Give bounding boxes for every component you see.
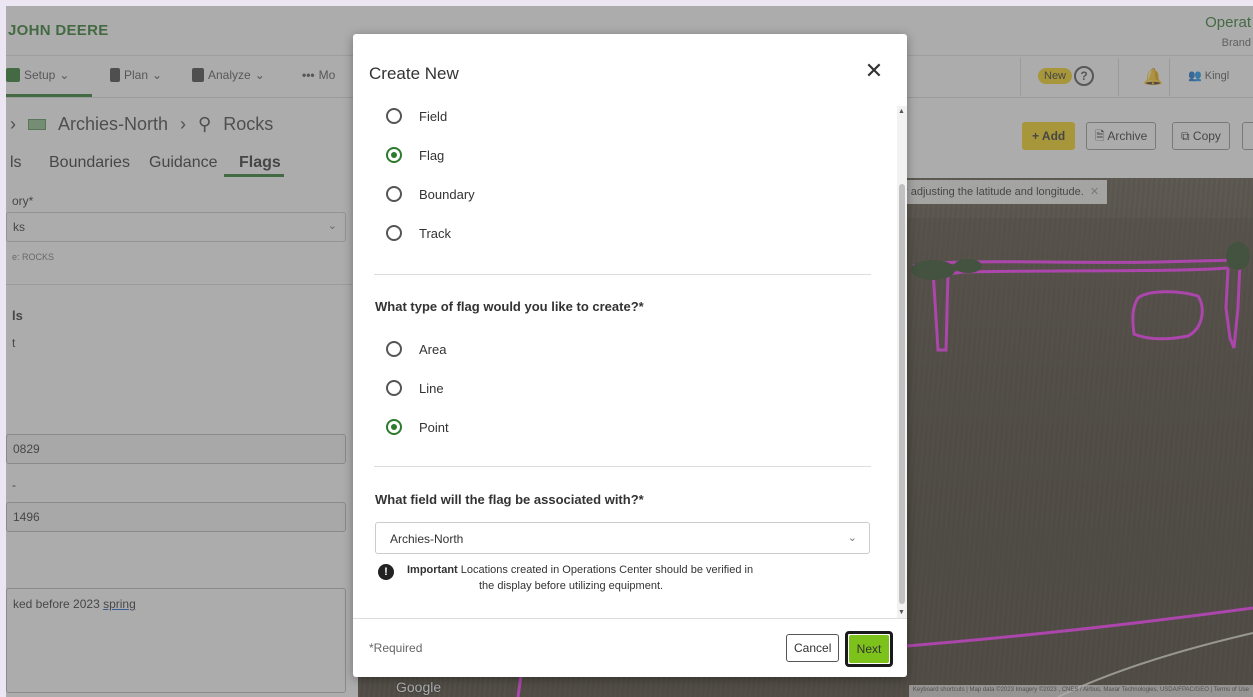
flag-type-question: What type of flag would you like to crea… (375, 299, 644, 314)
scroll-up-arrow-icon[interactable]: ▲ (898, 108, 905, 115)
cancel-button[interactable]: Cancel (786, 634, 840, 662)
scrollbar-thumb[interactable] (899, 184, 905, 604)
dialog-body: Field Flag Boundary Track What type of f… (353, 106, 907, 618)
app-frame: JOHN DEERE Operat Brand Setup ⌄ Plan ⌄ A… (6, 6, 1253, 697)
close-icon[interactable]: ✕ (861, 58, 887, 84)
radio-type-flag[interactable]: Flag (386, 147, 444, 163)
chevron-down-icon: ⌄ (847, 532, 857, 544)
radio-label: Flag (419, 147, 445, 163)
radio-button-selected[interactable] (386, 419, 402, 435)
radio-label: Area (419, 341, 447, 357)
create-new-dialog: Create New ✕ Field Flag Boundary Track W… (353, 34, 907, 677)
radio-label: Track (419, 225, 452, 241)
field-select[interactable]: Archies-North ⌄ (375, 522, 870, 554)
scroll-down-arrow-icon[interactable]: ▼ (898, 609, 905, 616)
radio-type-track[interactable]: Track (386, 225, 451, 241)
radio-button-selected[interactable] (386, 147, 402, 163)
dialog-footer: *Required Cancel Next (353, 618, 907, 677)
dialog-title: Create New (369, 64, 459, 83)
radio-label: Field (419, 108, 448, 124)
important-text-line2: the display before utilizing equipment. (479, 580, 664, 592)
exclamation-icon: ! (378, 564, 394, 580)
radio-button[interactable] (386, 108, 402, 124)
radio-type-boundary[interactable]: Boundary (386, 186, 475, 202)
radio-flag-point[interactable]: Point (386, 419, 449, 435)
important-label: Important (407, 564, 458, 576)
radio-button[interactable] (386, 186, 402, 202)
dialog-scrollbar[interactable]: ▲ ▼ (897, 106, 907, 618)
divider (374, 466, 871, 467)
next-button[interactable]: Next (849, 635, 889, 663)
divider (374, 274, 871, 275)
radio-button[interactable] (386, 225, 402, 241)
field-question: What field will the flag be associated w… (375, 492, 644, 507)
radio-label: Boundary (419, 186, 475, 202)
radio-flag-area[interactable]: Area (386, 341, 446, 357)
radio-type-field[interactable]: Field (386, 108, 447, 124)
radio-label: Point (419, 419, 449, 435)
important-text-line1: Locations created in Operations Center s… (457, 564, 754, 576)
radio-label: Line (419, 380, 444, 396)
radio-button[interactable] (386, 341, 402, 357)
radio-button[interactable] (386, 380, 402, 396)
field-select-value: Archies-North (390, 532, 464, 546)
radio-flag-line[interactable]: Line (386, 380, 444, 396)
important-text: Important Locations created in Operation… (407, 562, 857, 594)
required-note: *Required (369, 641, 423, 655)
